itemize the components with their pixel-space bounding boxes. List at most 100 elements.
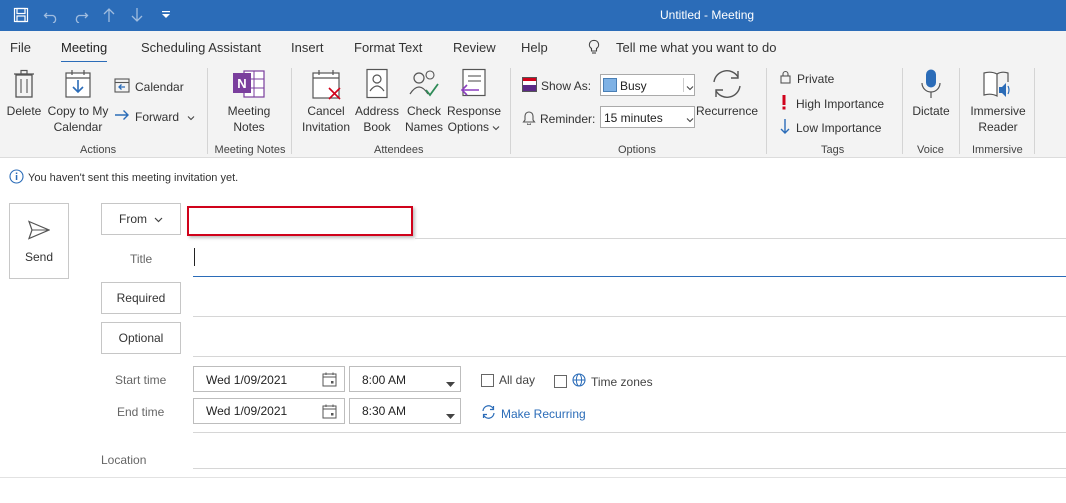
ribbon-separator (959, 68, 960, 154)
private-button[interactable]: Private (780, 70, 834, 87)
delete-button[interactable]: Delete (4, 103, 44, 119)
busy-swatch-icon (603, 78, 617, 95)
high-importance-button[interactable]: High Importance (780, 94, 884, 113)
group-label-options: Options (618, 144, 656, 156)
forward-button[interactable]: Forward (114, 109, 195, 124)
ribbon-separator (902, 68, 903, 154)
reminder-label: Reminder: (522, 109, 595, 128)
address-book-button[interactable]: Address Book (352, 103, 402, 135)
tab-file[interactable]: File (10, 40, 31, 55)
chevron-down-icon (492, 120, 500, 134)
tab-scheduling-assistant[interactable]: Scheduling Assistant (141, 40, 261, 55)
window-title: Untitled - Meeting (660, 8, 755, 22)
required-attendees-button[interactable]: Required (101, 282, 181, 314)
customize-qat-icon[interactable] (158, 6, 174, 24)
low-importance-button[interactable]: Low Importance (780, 118, 881, 137)
end-time-label: End time (117, 405, 165, 419)
location-input[interactable] (193, 440, 1066, 469)
info-message: You haven't sent this meeting invitation… (28, 172, 239, 184)
send-button[interactable]: Send (9, 203, 69, 279)
tell-me-search[interactable]: Tell me what you want to do (616, 40, 776, 55)
calendar-icon (322, 404, 337, 422)
globe-icon (572, 373, 586, 390)
check-names-button[interactable]: Check Names (400, 103, 448, 135)
group-label-tags: Tags (821, 144, 845, 156)
dropdown-arrow-icon (446, 409, 455, 423)
text-cursor (194, 248, 195, 266)
reminder-dropdown[interactable]: 15 minutes (600, 106, 695, 128)
dropdown-arrow-icon (446, 377, 455, 391)
optional-attendees-button[interactable]: Optional (101, 322, 181, 354)
ribbon-separator (291, 68, 292, 154)
checkbox-box (554, 375, 567, 388)
ribbon: Delete Copy to My Calendar Calendar Forw… (0, 62, 1066, 158)
start-time-label: Start time (115, 373, 167, 387)
send-icon (27, 220, 51, 243)
redo-icon[interactable] (72, 6, 90, 24)
arrow-down-icon[interactable] (128, 6, 146, 24)
all-day-checkbox[interactable]: All day (481, 373, 535, 387)
response-options-icon (459, 68, 487, 103)
from-button[interactable]: From (101, 203, 181, 235)
meeting-notes-button[interactable]: Meeting Notes (220, 103, 278, 135)
trash-icon (12, 69, 36, 102)
calendar-arrow-icon (114, 77, 130, 96)
title-label: Title (130, 252, 153, 266)
tab-help[interactable]: Help (521, 40, 548, 55)
required-attendees-input[interactable] (193, 282, 1066, 317)
location-label: Location (101, 453, 147, 467)
svg-text:N: N (237, 76, 246, 91)
time-zones-toggle[interactable]: Time zones (554, 373, 653, 390)
group-label-attendees: Attendees (374, 144, 424, 156)
optional-attendees-input[interactable] (193, 322, 1066, 357)
chevron-down-icon (686, 112, 694, 126)
address-book-icon (365, 68, 389, 103)
tab-insert[interactable]: Insert (291, 40, 324, 55)
immersive-reader-button[interactable]: Immersive Reader (964, 103, 1032, 135)
title-bar: Untitled - Meeting (0, 0, 1066, 31)
copy-to-my-calendar-button[interactable]: Copy to My Calendar (44, 103, 112, 135)
cancel-invitation-icon (312, 69, 344, 104)
calendar-button[interactable]: Calendar (114, 77, 184, 96)
tab-format-text[interactable]: Format Text (354, 40, 422, 55)
show-as-dropdown[interactable]: Busy (600, 74, 695, 96)
lock-icon (780, 70, 791, 87)
recurrence-icon (481, 405, 496, 422)
cancel-invitation-button[interactable]: Cancel Invitation (296, 103, 356, 135)
recurrence-button[interactable]: Recurrence (696, 103, 758, 119)
immersive-reader-icon (982, 68, 1014, 103)
group-label-immersive: Immersive (972, 144, 1023, 156)
group-label-meeting-notes: Meeting Notes (214, 144, 286, 156)
show-as-icon (522, 77, 537, 95)
info-bar: You haven't sent this meeting invitation… (9, 169, 238, 187)
ribbon-separator (1034, 68, 1035, 154)
calendar-icon (322, 372, 337, 390)
recurrence-icon (710, 68, 744, 103)
check-names-icon (408, 68, 440, 103)
lightbulb-icon (588, 39, 600, 58)
make-recurring-link[interactable]: Make Recurring (481, 405, 586, 422)
save-icon[interactable] (12, 6, 30, 24)
arrow-up-icon[interactable] (100, 6, 118, 24)
response-options-button[interactable]: Response Options (446, 103, 502, 135)
end-date-picker[interactable]: Wed 1/09/2021 (193, 398, 345, 424)
start-date-picker[interactable]: Wed 1/09/2021 (193, 366, 345, 392)
copy-to-calendar-icon (64, 68, 92, 103)
group-label-voice: Voice (917, 144, 944, 156)
arrow-down-icon (780, 118, 790, 137)
tab-review[interactable]: Review (453, 40, 496, 55)
checkbox-box (481, 373, 494, 387)
ribbon-tabs: File Meeting Scheduling Assistant Insert… (0, 31, 1066, 63)
start-time-dropdown[interactable]: 8:00 AM (349, 366, 461, 392)
undo-icon[interactable] (42, 6, 60, 24)
tab-meeting[interactable]: Meeting (61, 40, 108, 63)
show-as-label: Show As: (522, 77, 591, 95)
forward-arrow-icon (114, 109, 130, 124)
dictate-button[interactable]: Dictate (906, 103, 956, 119)
end-time-dropdown[interactable]: 8:30 AM (349, 398, 461, 424)
title-input[interactable] (193, 244, 1066, 277)
from-address-field[interactable] (187, 206, 413, 236)
exclamation-icon (780, 94, 788, 113)
ribbon-separator (207, 68, 208, 154)
ribbon-separator (510, 68, 511, 154)
